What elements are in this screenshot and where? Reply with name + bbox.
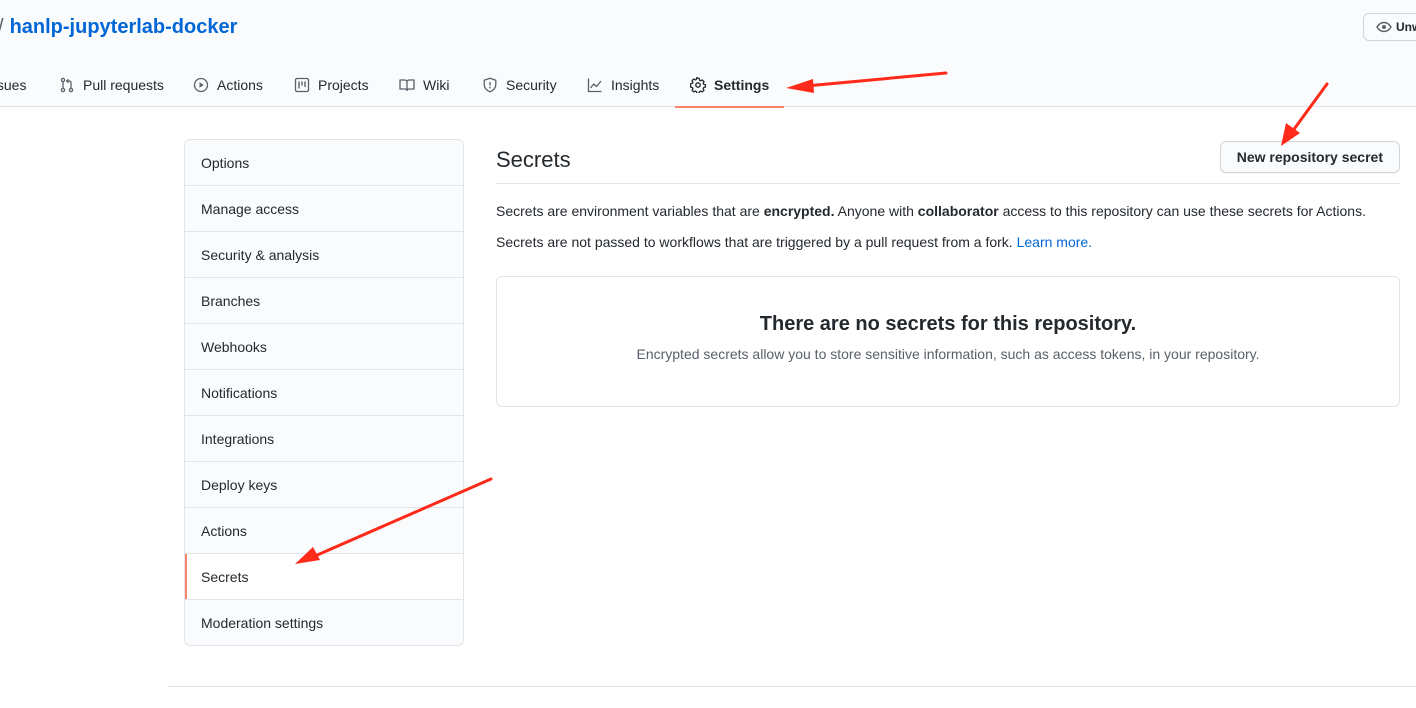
project-icon [294, 77, 310, 92]
tab-pull-requests-label: Pull requests [83, 76, 164, 93]
pull-request-icon [60, 77, 74, 92]
sidebar-item-integrations[interactable]: Integrations [185, 416, 463, 462]
shield-icon [483, 77, 497, 92]
tab-security[interactable]: Security [482, 62, 557, 107]
repo-path-separator: / [0, 16, 4, 38]
tab-actions-label: Actions [217, 76, 263, 93]
sidebar-item-options[interactable]: Options [185, 140, 463, 186]
repo-header: /hanlp-jupyterlab-docker Unwatch Issues … [0, 0, 1416, 108]
desc1-part3: access to this repository can use these … [998, 203, 1366, 219]
new-repository-secret-button[interactable]: New repository secret [1219, 141, 1400, 173]
eye-icon [1376, 21, 1392, 33]
sidebar-item-actions[interactable]: Actions [185, 508, 463, 554]
tab-wiki[interactable]: Wiki [399, 62, 449, 107]
unwatch-button[interactable]: Unwatch [1363, 13, 1416, 41]
tab-pull-requests[interactable]: Pull requests [59, 62, 164, 107]
empty-state: There are no secrets for this repository… [496, 276, 1400, 407]
sidebar-item-moderation-settings[interactable]: Moderation settings [185, 600, 463, 645]
secrets-main: Secrets New repository secret Secrets ar… [496, 139, 1400, 407]
tab-projects[interactable]: Projects [294, 62, 369, 107]
tab-projects-label: Projects [318, 76, 369, 93]
tab-settings[interactable]: Settings [674, 62, 785, 108]
tab-insights-label: Insights [611, 76, 660, 93]
book-icon [399, 78, 415, 91]
gear-icon [690, 76, 706, 93]
tab-issues-label: Issues [0, 76, 27, 93]
settings-sidebar: Options Manage access Security & analysi… [184, 139, 464, 646]
desc1-part2: Anyone with [834, 203, 918, 219]
empty-state-text: Encrypted secrets allow you to store sen… [636, 346, 1260, 362]
fork-note: Secrets are not passed to workflows that… [496, 232, 1092, 252]
subhead: Secrets New repository secret [496, 139, 1400, 184]
repo-title: / hanlp-jupyterlab-docker [0, 15, 237, 39]
sidebar-item-notifications[interactable]: Notifications [185, 370, 463, 416]
page-title: Secrets [496, 147, 571, 172]
graph-icon [587, 78, 602, 92]
desc1-bold-encrypted: encrypted. [763, 203, 835, 219]
desc1-part1: Secrets are environment variables that a… [496, 203, 764, 219]
footer-divider [168, 686, 1416, 687]
desc1-bold-collaborator: collaborator [917, 203, 999, 219]
empty-state-title: There are no secrets for this repository… [759, 313, 1137, 335]
repo-name-link[interactable]: hanlp-jupyterlab-docker [10, 16, 238, 38]
sidebar-item-webhooks[interactable]: Webhooks [185, 324, 463, 370]
fork-note-text: Secrets are not passed to workflows that… [496, 234, 1017, 250]
sidebar-item-secrets[interactable]: Secrets [185, 554, 463, 600]
play-icon [193, 77, 209, 92]
sidebar-item-deploy-keys[interactable]: Deploy keys [185, 462, 463, 508]
secrets-description: Secrets are environment variables that a… [496, 201, 1366, 221]
sidebar-item-security-analysis[interactable]: Security & analysis [185, 232, 463, 278]
learn-more-link[interactable]: Learn more. [1017, 234, 1092, 250]
sidebar-item-branches[interactable]: Branches [185, 278, 463, 324]
unwatch-label: Unwatch [1396, 20, 1416, 34]
tab-issues[interactable]: Issues [0, 62, 26, 107]
tab-security-label: Security [506, 76, 557, 93]
tab-insights[interactable]: Insights [587, 62, 659, 107]
tab-settings-label: Settings [714, 76, 770, 93]
sidebar-item-manage-access[interactable]: Manage access [185, 186, 463, 232]
tab-actions[interactable]: Actions [193, 62, 263, 107]
tab-wiki-label: Wiki [423, 76, 450, 93]
